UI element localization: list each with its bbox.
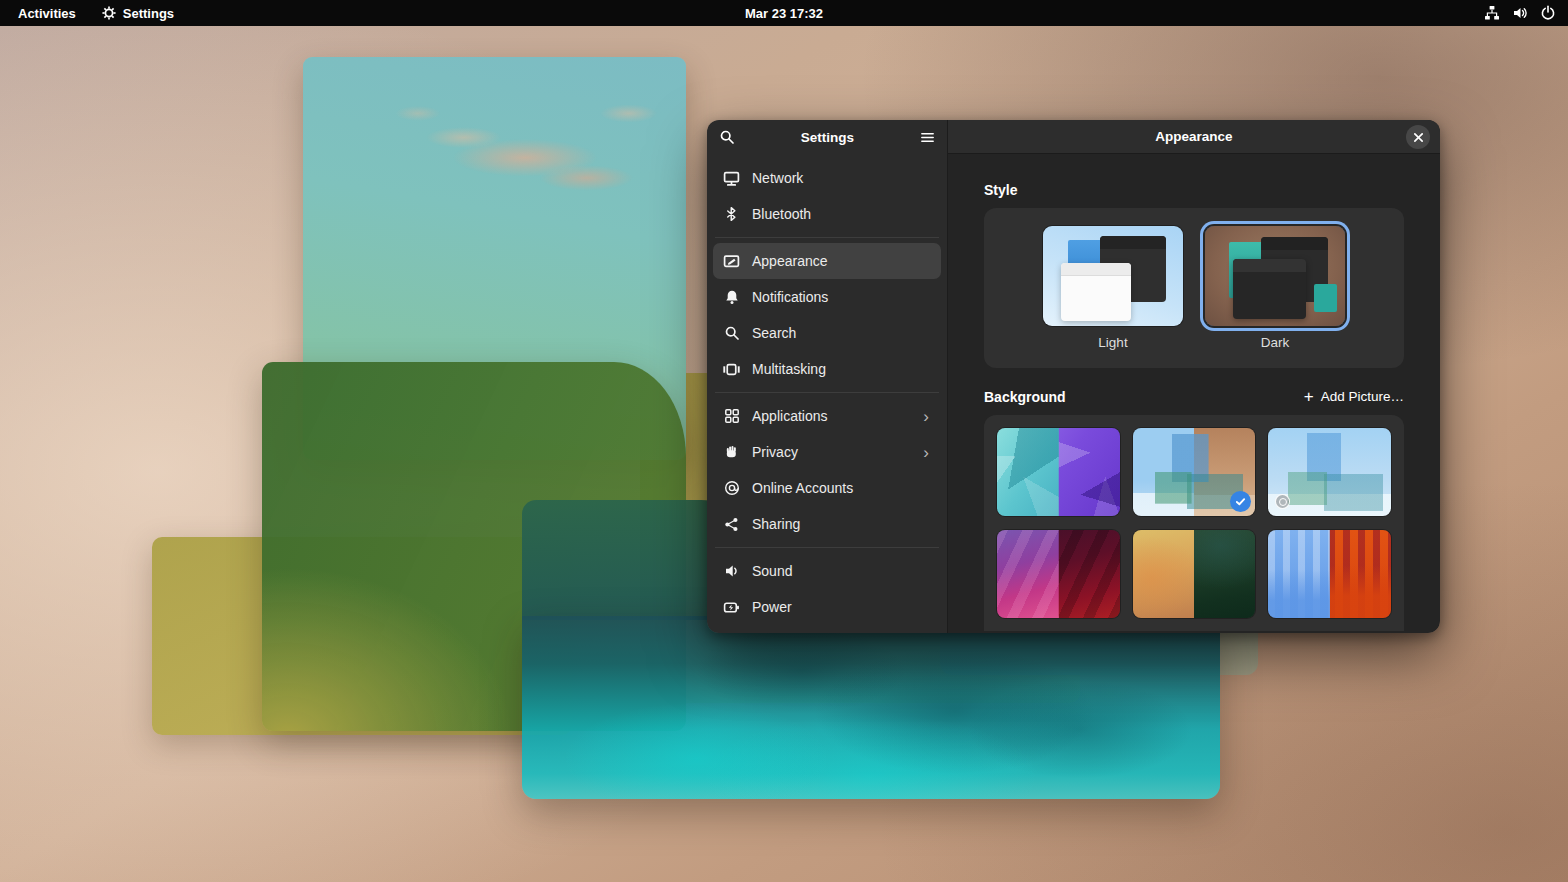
sidebar-title: Settings xyxy=(743,130,912,145)
wallpaper-thumbnail-waves-purple-red[interactable] xyxy=(997,530,1120,618)
plus-icon: + xyxy=(1304,388,1314,405)
appearance-panel: Appearance Style Light Dark Background + … xyxy=(948,120,1440,633)
bluetooth-icon xyxy=(723,206,740,223)
sidebar-item-search[interactable]: Search xyxy=(713,315,941,351)
volume-icon[interactable] xyxy=(1512,5,1528,21)
style-card: Light Dark xyxy=(984,208,1404,368)
sidebar-item-label: Multitasking xyxy=(752,361,931,377)
sidebar-item-sharing[interactable]: Sharing xyxy=(713,506,941,542)
sidebar-item-label: Power xyxy=(752,599,931,615)
screen: Activities Settings Mar 23 17: xyxy=(0,0,1568,882)
wallpaper-thumbnail-gradient-amber-green[interactable] xyxy=(1133,530,1256,618)
clock[interactable]: Mar 23 17:32 xyxy=(745,6,823,21)
sidebar-item-privacy[interactable]: Privacy › xyxy=(713,434,941,470)
sidebar: Settings Network Bluetooth Appearance Notif… xyxy=(707,120,948,633)
dark-variant-badge xyxy=(1275,494,1290,509)
sidebar-item-multitasking[interactable]: Multitasking xyxy=(713,351,941,387)
close-icon xyxy=(1413,132,1424,143)
panel-body: Style Light Dark Background + Add Picture… xyxy=(948,154,1440,633)
wallpaper-thumbnail-drips-blue-orange[interactable] xyxy=(1268,530,1391,618)
wallpaper-teal-folder xyxy=(522,616,1220,799)
style-option-label: Dark xyxy=(1261,335,1290,350)
selected-check-badge xyxy=(1230,491,1251,512)
sidebar-item-label: Bluetooth xyxy=(752,206,931,222)
grid-icon xyxy=(723,408,740,425)
sidebar-item-applications[interactable]: Applications › xyxy=(713,398,941,434)
chevron-right-icon: › xyxy=(923,408,931,425)
network-icon[interactable] xyxy=(1484,5,1500,21)
sidebar-separator xyxy=(715,392,939,393)
sidebar-nav: Network Bluetooth Appearance Notifications S… xyxy=(707,154,947,631)
search-icon[interactable] xyxy=(719,129,735,145)
background-heading: Background xyxy=(984,389,1066,405)
preview-window-front xyxy=(1061,263,1131,321)
appearance-icon xyxy=(723,253,740,270)
sidebar-item-sound[interactable]: Sound xyxy=(713,553,941,589)
multitasking-icon xyxy=(723,361,740,378)
close-button[interactable] xyxy=(1406,125,1430,149)
focused-app-menu[interactable]: Settings xyxy=(102,6,174,21)
sidebar-item-label: Appearance xyxy=(752,253,931,269)
background-grid xyxy=(984,415,1404,631)
sidebar-item-label: Online Accounts xyxy=(752,480,931,496)
bell-icon xyxy=(723,289,740,306)
sidebar-separator xyxy=(715,547,939,548)
top-bar: Activities Settings Mar 23 17: xyxy=(0,0,1568,26)
wallpaper-thumbnail-geometrics-teal-purple[interactable] xyxy=(997,428,1120,516)
settings-window: Settings Network Bluetooth Appearance Notif… xyxy=(707,120,1440,633)
sidebar-item-bluetooth[interactable]: Bluetooth xyxy=(713,196,941,232)
panel-header: Appearance xyxy=(948,120,1440,154)
sidebar-item-label: Search xyxy=(752,325,931,341)
sidebar-item-power[interactable]: Power xyxy=(713,589,941,625)
sidebar-item-network[interactable]: Network xyxy=(713,160,941,196)
share-icon xyxy=(723,516,740,533)
display-icon xyxy=(723,170,740,187)
hand-icon xyxy=(723,444,740,461)
power-icon xyxy=(723,599,740,616)
sidebar-item-notifications[interactable]: Notifications xyxy=(713,279,941,315)
style-option-dark[interactable]: Dark xyxy=(1205,226,1345,350)
power-icon[interactable] xyxy=(1540,5,1556,21)
speaker-icon xyxy=(723,563,740,580)
search-icon xyxy=(723,325,740,342)
style-heading: Style xyxy=(984,182,1404,198)
sidebar-item-label: Network xyxy=(752,170,931,186)
add-picture-button[interactable]: + Add Picture… xyxy=(1304,388,1404,405)
light-style-preview xyxy=(1043,226,1183,326)
sidebar-item-label: Privacy xyxy=(752,444,911,460)
sidebar-item-online-accounts[interactable]: Online Accounts xyxy=(713,470,941,506)
sidebar-separator xyxy=(715,237,939,238)
chevron-right-icon: › xyxy=(923,444,931,461)
preview-window-front xyxy=(1233,259,1306,319)
wallpaper-thumbnail-blobs-light[interactable] xyxy=(1268,428,1391,516)
dark-style-preview xyxy=(1205,226,1345,326)
preview-wallpaper-corner xyxy=(1314,284,1336,312)
at-icon xyxy=(723,480,740,497)
style-option-light[interactable]: Light xyxy=(1043,226,1183,350)
style-option-label: Light xyxy=(1098,335,1127,350)
sidebar-item-label: Applications xyxy=(752,408,911,424)
hamburger-menu-icon[interactable] xyxy=(920,130,935,145)
activities-button[interactable]: Activities xyxy=(18,6,76,21)
panel-title: Appearance xyxy=(1155,129,1232,144)
sidebar-item-label: Notifications xyxy=(752,289,931,305)
sidebar-item-label: Sound xyxy=(752,563,931,579)
sidebar-header: Settings xyxy=(707,120,947,154)
sidebar-item-appearance[interactable]: Appearance xyxy=(713,243,941,279)
gear-icon xyxy=(102,6,116,20)
sidebar-item-label: Sharing xyxy=(752,516,931,532)
wallpaper-thumbnail-blobs-light-dark-split[interactable] xyxy=(1133,428,1256,516)
